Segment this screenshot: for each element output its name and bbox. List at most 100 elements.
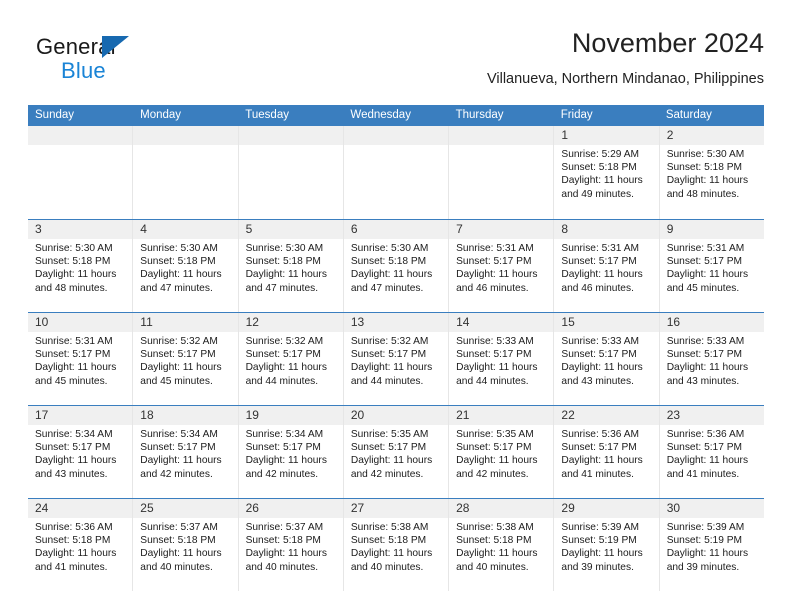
weekday-header-friday: Friday [560,109,593,121]
general-blue-logo[interactable]: General Blue [28,34,248,90]
day-number-band: 16 [659,313,764,332]
calendar-day-cell[interactable]: 21 Sunrise: 5:35 AM Sunset: 5:17 PM Dayligh… [449,406,555,498]
sunrise-text: Sunrise: 5:30 AM [140,243,218,254]
calendar-day-cell[interactable]: 16 Sunrise: 5:33 AM Sunset: 5:17 PM Dayligh… [659,313,764,405]
sunset-text: Sunset: 5:17 PM [456,349,532,361]
sunrise-text: Sunrise: 5:35 AM [350,429,429,440]
sunrise-text: Sunrise: 5:32 AM [350,336,429,347]
weekday-header-saturday: Saturday [665,109,712,121]
calendar-day-cell[interactable]: 7 Sunrise: 5:31 AM Sunset: 5:17 PM Daylight… [449,220,555,312]
sunset-text: Sunset: 5:17 PM [245,442,321,454]
calendar-day-cell[interactable]: 30 Sunrise: 5:39 AM Sunset: 5:19 PM Dayligh… [659,499,764,591]
day-number: 13 [350,315,365,329]
day-number-band: 26 [238,499,343,518]
calendar-day-cell[interactable]: 10 Sunrise: 5:31 AM Sunset: 5:17 PM Dayligh… [28,313,134,405]
calendar-day-cell[interactable]: 14 Sunrise: 5:33 AM Sunset: 5:17 PM Dayligh… [449,313,555,405]
sunrise-text: Sunrise: 5:34 AM [140,429,218,440]
calendar-day-cell[interactable]: 4 Sunrise: 5:30 AM Sunset: 5:18 PM Daylight… [133,220,239,312]
day-number-band: 19 [238,406,343,425]
calendar-day-cell[interactable]: 24 Sunrise: 5:36 AM Sunset: 5:18 PM Dayligh… [28,499,134,591]
calendar-day-cell[interactable]: 2 Sunrise: 5:30 AM Sunset: 5:18 PM Daylight… [659,126,764,219]
calendar-grid: Sunday Monday Tuesday Wednesday Thursday Frid… [28,105,764,591]
calendar-day-cell[interactable]: 27 Sunrise: 5:38 AM Sunset: 5:18 PM Dayligh… [343,499,450,591]
day-sun-info: Sunrise: 5:34 AM Sunset: 5:17 PM Daylight:… [133,425,237,481]
calendar-day-cell[interactable]: 9 Sunrise: 5:31 AM Sunset: 5:17 PM Daylight… [659,220,764,312]
day-number-band: 12 [238,313,343,332]
day-sun-info: Sunrise: 5:32 AM Sunset: 5:17 PM Daylight:… [239,332,343,388]
daylight-text: Daylight: 11 hours and 40 minutes. [140,548,222,573]
calendar-day-cell[interactable]: 8 Sunrise: 5:31 AM Sunset: 5:17 PM Daylight… [554,220,660,312]
calendar-day-cell[interactable]: 1 Sunrise: 5:29 AM Sunset: 5:18 PM Daylight… [554,126,660,219]
calendar-day-cell-empty [449,126,555,219]
calendar-day-cell[interactable]: 5 Sunrise: 5:30 AM Sunset: 5:18 PM Daylight… [238,220,344,312]
sunrise-text: Sunrise: 5:29 AM [561,149,639,160]
sunset-text: Sunset: 5:17 PM [35,349,111,361]
sunrise-text: Sunrise: 5:30 AM [350,243,429,254]
sunrise-text: Sunrise: 5:31 AM [666,243,745,254]
logo-triangle-icon [102,36,129,58]
sunrise-text: Sunrise: 5:31 AM [35,336,113,347]
sunset-text: Sunset: 5:17 PM [456,256,532,268]
daylight-text: Daylight: 11 hours and 41 minutes. [35,548,117,573]
calendar-day-cell[interactable]: 26 Sunrise: 5:37 AM Sunset: 5:18 PM Dayligh… [238,499,344,591]
day-sun-info: Sunrise: 5:29 AM Sunset: 5:18 PM Daylight:… [554,145,658,201]
day-number-band: 14 [449,313,554,332]
sunrise-text: Sunrise: 5:32 AM [140,336,218,347]
calendar-day-cell[interactable]: 11 Sunrise: 5:32 AM Sunset: 5:17 PM Dayligh… [133,313,239,405]
day-sun-info: Sunrise: 5:38 AM Sunset: 5:18 PM Daylight:… [344,518,448,574]
day-sun-info: Sunrise: 5:38 AM Sunset: 5:18 PM Daylight:… [449,518,553,574]
day-number-band: 4 [133,220,238,239]
daylight-text: Daylight: 11 hours and 45 minutes. [35,362,117,387]
calendar-day-cell[interactable]: 6 Sunrise: 5:30 AM Sunset: 5:18 PM Daylight… [343,220,450,312]
day-sun-info: Sunrise: 5:33 AM Sunset: 5:17 PM Daylight:… [554,332,658,388]
calendar-day-cell[interactable]: 18 Sunrise: 5:34 AM Sunset: 5:17 PM Dayligh… [133,406,239,498]
day-sun-info: Sunrise: 5:34 AM Sunset: 5:17 PM Daylight:… [28,425,132,481]
calendar-day-cell[interactable]: 17 Sunrise: 5:34 AM Sunset: 5:17 PM Dayligh… [28,406,134,498]
daylight-text: Daylight: 11 hours and 43 minutes. [35,455,117,480]
day-number-band: 27 [343,499,449,518]
weekday-header-wednesday: Wednesday [350,109,411,121]
sunset-text: Sunset: 5:17 PM [140,442,216,454]
day-number: 15 [561,315,575,329]
day-number-band: 20 [343,406,449,425]
sunset-text: Sunset: 5:18 PM [35,256,111,268]
calendar-day-cell-empty [133,126,239,219]
sunrise-text: Sunrise: 5:36 AM [35,522,113,533]
day-number-band: 18 [133,406,238,425]
day-number: 23 [666,408,681,422]
calendar-day-cell[interactable]: 19 Sunrise: 5:34 AM Sunset: 5:17 PM Dayligh… [238,406,344,498]
calendar-day-cell[interactable]: 28 Sunrise: 5:38 AM Sunset: 5:18 PM Dayligh… [449,499,555,591]
sunset-text: Sunset: 5:17 PM [350,442,427,454]
daylight-text: Daylight: 11 hours and 41 minutes. [561,455,643,480]
calendar-week-row: 10 Sunrise: 5:31 AM Sunset: 5:17 PM Dayligh… [28,312,764,405]
sunrise-text: Sunrise: 5:31 AM [561,243,639,254]
calendar-day-cell[interactable]: 29 Sunrise: 5:39 AM Sunset: 5:19 PM Dayligh… [554,499,660,591]
calendar-day-cell[interactable]: 12 Sunrise: 5:32 AM Sunset: 5:17 PM Dayligh… [238,313,344,405]
day-sun-info: Sunrise: 5:39 AM Sunset: 5:19 PM Daylight:… [554,518,658,574]
day-number: 12 [245,315,259,329]
sunset-text: Sunset: 5:17 PM [666,256,743,268]
sunset-text: Sunset: 5:17 PM [456,442,532,454]
calendar-day-cell[interactable]: 13 Sunrise: 5:32 AM Sunset: 5:17 PM Dayligh… [343,313,450,405]
day-sun-info: Sunrise: 5:30 AM Sunset: 5:18 PM Daylight:… [28,239,132,295]
sunset-text: Sunset: 5:18 PM [350,535,427,547]
day-sun-info: Sunrise: 5:32 AM Sunset: 5:17 PM Daylight:… [133,332,237,388]
page-title: November 2024 [571,28,764,58]
day-sun-info: Sunrise: 5:31 AM Sunset: 5:17 PM Daylight:… [449,239,553,295]
calendar-day-cell[interactable]: 22 Sunrise: 5:36 AM Sunset: 5:17 PM Dayligh… [554,406,660,498]
sunrise-text: Sunrise: 5:30 AM [245,243,324,254]
calendar-day-cell[interactable]: 15 Sunrise: 5:33 AM Sunset: 5:17 PM Dayligh… [554,313,660,405]
day-number: 4 [140,222,147,236]
calendar-day-cell[interactable]: 3 Sunrise: 5:30 AM Sunset: 5:18 PM Daylight… [28,220,134,312]
calendar-day-cell[interactable]: 23 Sunrise: 5:36 AM Sunset: 5:17 PM Dayligh… [659,406,764,498]
day-number: 6 [350,222,358,236]
calendar-day-cell[interactable]: 25 Sunrise: 5:37 AM Sunset: 5:18 PM Dayligh… [133,499,239,591]
calendar-day-cell[interactable]: 20 Sunrise: 5:35 AM Sunset: 5:17 PM Dayligh… [343,406,450,498]
day-number: 24 [35,501,49,515]
title-block: November 2024 Villanueva, Northern Minda… [487,26,764,88]
day-number-band: 3 [28,220,133,239]
day-number-band: 30 [659,499,764,518]
calendar-day-cell-empty [343,126,450,219]
day-number: 19 [245,408,259,422]
sunrise-text: Sunrise: 5:39 AM [666,522,745,533]
